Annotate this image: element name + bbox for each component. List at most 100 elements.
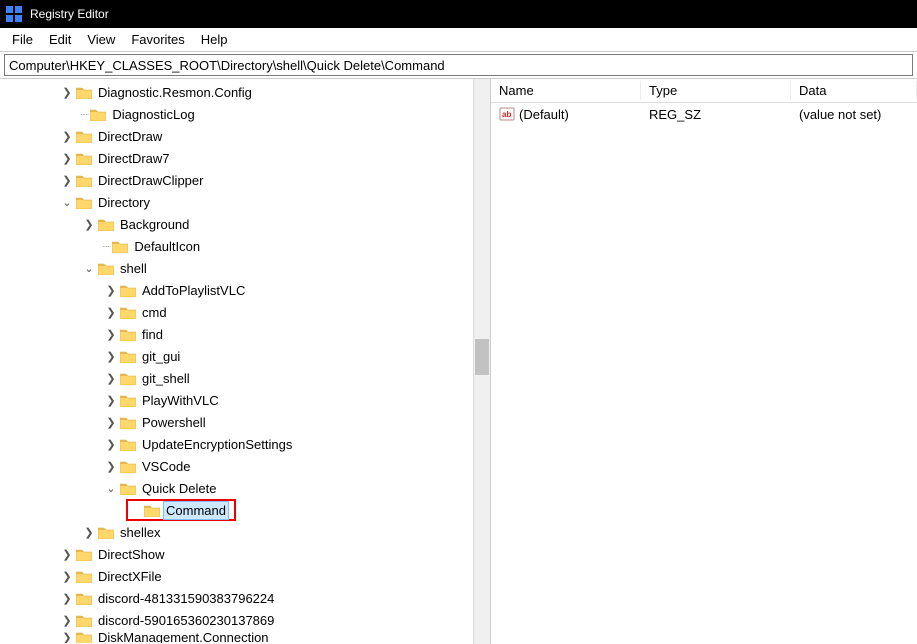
tree-label: DirectDraw: [96, 128, 164, 145]
expander-icon[interactable]: ❯: [60, 174, 74, 187]
folder-icon: [120, 284, 136, 297]
tree-item[interactable]: ❯Diagnostic.Resmon.Config: [0, 81, 490, 103]
tree-item[interactable]: ❯DiskManagement.Connection: [0, 631, 490, 643]
tree-item[interactable]: ❯ git_shell: [0, 367, 490, 389]
folder-icon: [120, 438, 136, 451]
tree-item[interactable]: ⌄Directory: [0, 191, 490, 213]
titlebar: Registry Editor: [0, 0, 917, 28]
expander-icon[interactable]: ❯: [82, 218, 96, 231]
tree-item[interactable]: ❯PlayWithVLC: [0, 389, 490, 411]
expander-icon[interactable]: ⌄: [60, 196, 74, 209]
expander-icon[interactable]: ❯: [104, 328, 118, 341]
tree-label: shell: [118, 260, 149, 277]
expander-icon[interactable]: ⌄: [82, 262, 96, 275]
folder-icon: [144, 504, 160, 517]
folder-icon: [120, 372, 136, 385]
folder-icon: [76, 152, 92, 165]
expander-icon[interactable]: ❯: [104, 284, 118, 297]
tree-item[interactable]: ❯Background: [0, 213, 490, 235]
tree-item[interactable]: ❯ Powershell: [0, 411, 490, 433]
folder-icon: [76, 614, 92, 627]
expander-icon[interactable]: ❯: [104, 394, 118, 407]
tree-item[interactable]: ❯ DirectDraw: [0, 125, 490, 147]
list-header-row: Name Type Data: [491, 79, 917, 103]
header-type[interactable]: Type: [641, 81, 791, 100]
expander-icon[interactable]: ❯: [104, 372, 118, 385]
value-name-cell: ab (Default): [491, 104, 641, 124]
header-name[interactable]: Name: [491, 81, 641, 100]
menu-favorites[interactable]: Favorites: [123, 30, 192, 49]
tree-item[interactable]: ❯discord-590165360230137869: [0, 609, 490, 631]
tree-label: DirectDrawClipper: [96, 172, 205, 189]
scrollbar-thumb[interactable]: [475, 339, 489, 375]
tree-item[interactable]: ❯UpdateEncryptionSettings: [0, 433, 490, 455]
value-name: (Default): [519, 107, 569, 122]
string-value-icon: ab: [499, 106, 515, 122]
expander-icon[interactable]: ❯: [104, 416, 118, 429]
folder-icon: [76, 631, 92, 643]
tree-label: VSCode: [140, 458, 192, 475]
menu-view[interactable]: View: [79, 30, 123, 49]
folder-icon: [76, 196, 92, 209]
folder-icon: [98, 218, 114, 231]
tree-item[interactable]: ❯ DirectDraw7: [0, 147, 490, 169]
tree-view[interactable]: ❯Diagnostic.Resmon.Config·····Diagnostic…: [0, 79, 490, 643]
tree-item[interactable]: ❯ AddToPlaylistVLC: [0, 279, 490, 301]
tree-label: DirectDraw7: [96, 150, 172, 167]
tree-item[interactable]: Command: [0, 499, 490, 521]
value-list-pane: Name Type Data ab(Default)REG_SZ(value n…: [490, 79, 917, 644]
expander-icon[interactable]: ❯: [82, 526, 96, 539]
tree-item[interactable]: ❯shellex: [0, 521, 490, 543]
menubar: File Edit View Favorites Help: [0, 28, 917, 52]
expander-icon[interactable]: ❯: [60, 86, 74, 99]
tree-item[interactable]: ·····DefaultIcon: [0, 235, 490, 257]
value-list-body: ab(Default)REG_SZ(value not set): [491, 103, 917, 125]
value-row[interactable]: ab(Default)REG_SZ(value not set): [491, 103, 917, 125]
tree-item[interactable]: ❯ DirectXFile: [0, 565, 490, 587]
tree-item[interactable]: ❯ DirectDrawClipper: [0, 169, 490, 191]
expander-icon[interactable]: ❯: [60, 592, 74, 605]
expander-icon[interactable]: ❯: [60, 130, 74, 143]
expander-icon[interactable]: ⌄: [104, 482, 118, 495]
expander-icon[interactable]: ❯: [60, 548, 74, 561]
tree-item[interactable]: ❯cmd: [0, 301, 490, 323]
tree-connector: ·····: [102, 242, 110, 251]
tree-item[interactable]: ⌄ Quick Delete: [0, 477, 490, 499]
expander-icon[interactable]: ❯: [104, 306, 118, 319]
folder-icon: [76, 548, 92, 561]
value-data-cell: (value not set): [791, 105, 917, 124]
folder-icon: [98, 526, 114, 539]
app-icon: [6, 6, 22, 22]
expander-icon[interactable]: ❯: [60, 152, 74, 165]
header-data[interactable]: Data: [791, 81, 917, 100]
tree-label: Quick Delete: [140, 480, 218, 497]
menu-help[interactable]: Help: [193, 30, 236, 49]
folder-icon: [120, 394, 136, 407]
expander-icon[interactable]: ❯: [104, 438, 118, 451]
folder-icon: [120, 328, 136, 341]
folder-icon: [76, 174, 92, 187]
highlight-box: Command: [126, 499, 236, 521]
tree-scrollbar[interactable]: [473, 79, 490, 644]
expander-icon[interactable]: ❯: [104, 350, 118, 363]
tree-item[interactable]: ❯git_gui: [0, 345, 490, 367]
tree-label: Powershell: [140, 414, 208, 431]
expander-icon[interactable]: ❯: [60, 570, 74, 583]
tree-item[interactable]: ❯find: [0, 323, 490, 345]
folder-icon: [76, 592, 92, 605]
tree-label: AddToPlaylistVLC: [140, 282, 247, 299]
menu-edit[interactable]: Edit: [41, 30, 79, 49]
address-bar[interactable]: Computer\HKEY_CLASSES_ROOT\Directory\she…: [4, 54, 913, 76]
tree-item[interactable]: ⌄ shell: [0, 257, 490, 279]
tree-item[interactable]: ❯ VSCode: [0, 455, 490, 477]
menu-file[interactable]: File: [4, 30, 41, 49]
tree-label: git_shell: [140, 370, 192, 387]
tree-item[interactable]: ❯discord-481331590383796224: [0, 587, 490, 609]
expander-icon[interactable]: ❯: [60, 614, 74, 627]
tree-item[interactable]: ❯DirectShow: [0, 543, 490, 565]
expander-icon[interactable]: ❯: [60, 631, 74, 643]
expander-icon[interactable]: ❯: [104, 460, 118, 473]
folder-icon: [120, 416, 136, 429]
tree-item[interactable]: ·····DiagnosticLog: [0, 103, 490, 125]
tree-label: DirectXFile: [96, 568, 164, 585]
